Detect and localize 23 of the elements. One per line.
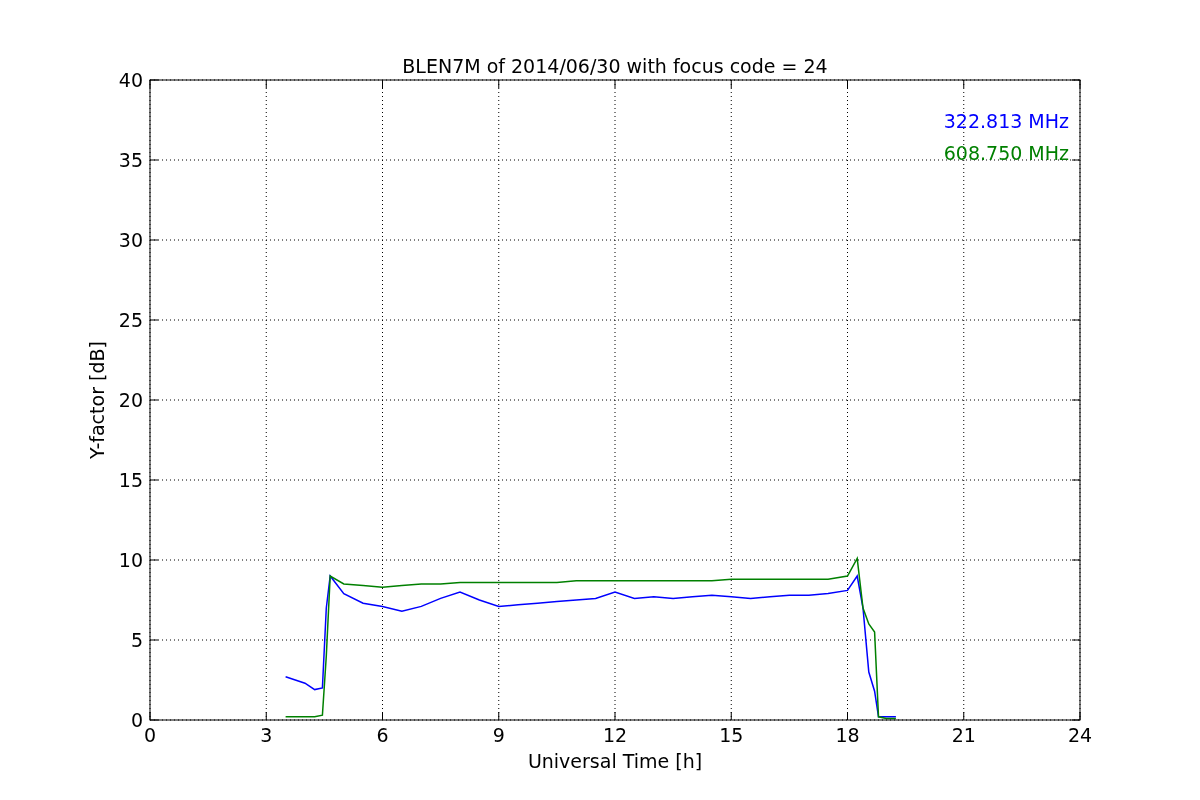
y-axis-label: Y-factor [dB] bbox=[86, 341, 108, 459]
chart-title: BLEN7M of 2014/06/30 with focus code = 24 bbox=[402, 55, 828, 77]
y-tick-label: 25 bbox=[118, 309, 143, 331]
y-tick-label: 10 bbox=[118, 549, 143, 571]
x-tick-label: 21 bbox=[951, 724, 976, 746]
y-tick-label: 15 bbox=[118, 469, 143, 491]
x-tick-label: 3 bbox=[260, 724, 273, 746]
x-tick-label: 6 bbox=[376, 724, 389, 746]
y-tick-label: 35 bbox=[118, 149, 143, 171]
x-tick-label: 0 bbox=[143, 724, 157, 746]
legend-label: 608.750 MHz bbox=[943, 142, 1069, 164]
x-tick-label: 18 bbox=[835, 724, 860, 746]
legend-label: 322.813 MHz bbox=[943, 110, 1069, 132]
y-tick-label: 30 bbox=[118, 229, 143, 251]
x-tick-label: 12 bbox=[602, 724, 628, 746]
y-tick-label: 5 bbox=[130, 629, 143, 651]
y-tick-label: 40 bbox=[118, 69, 143, 91]
x-axis-label: Universal Time [h] bbox=[527, 750, 703, 772]
y-tick-label: 0 bbox=[130, 709, 143, 731]
y-tick-label: 20 bbox=[118, 389, 143, 411]
x-tick-label: 15 bbox=[719, 724, 744, 746]
x-tick-label: 24 bbox=[1067, 724, 1093, 746]
x-tick-label: 9 bbox=[492, 724, 505, 746]
